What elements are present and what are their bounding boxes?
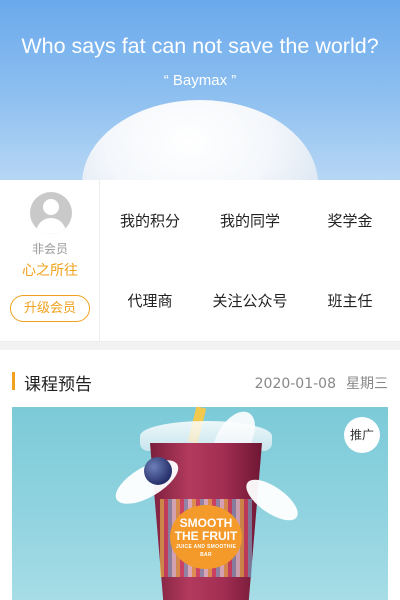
hero-banner: Who says fat can not save the world? “ B… <box>0 0 400 180</box>
section-divider <box>0 342 400 350</box>
menu-item-follow-account[interactable]: 关注公众号 <box>200 260 300 340</box>
menu-item-points[interactable]: 我的积分 <box>100 180 200 260</box>
menu-item-scholarship[interactable]: 奖学金 <box>300 180 400 260</box>
promo-badge: 推广 <box>344 417 380 453</box>
avatar[interactable] <box>30 192 72 234</box>
hero-title: Who says fat can not save the world? <box>21 34 379 58</box>
menu-item-classmates[interactable]: 我的同学 <box>200 180 300 260</box>
hero-subtitle: “ Baymax ” <box>163 72 237 89</box>
menu-item-agent[interactable]: 代理商 <box>100 260 200 340</box>
blueberry <box>144 457 172 485</box>
course-date: 2020-01-08 星期三 <box>255 373 388 393</box>
upgrade-member-button[interactable]: 升级会员 <box>10 295 90 322</box>
member-card: 非会员 心之所往 升级会员 <box>0 180 100 342</box>
baymax-image <box>82 100 318 180</box>
course-weekday: 星期三 <box>346 376 388 392</box>
menu-item-head-teacher[interactable]: 班主任 <box>300 260 400 340</box>
course-date-value: 2020-01-08 <box>254 376 336 392</box>
section-title: 课程预告 <box>24 375 92 395</box>
member-panel: 非会员 心之所往 升级会员 我的积分 我的同学 奖学金 代理商 关注公众号 班主… <box>0 180 400 342</box>
brand-logo-line2: THE FRUIT <box>174 529 238 543</box>
menu-grid: 我的积分 我的同学 奖学金 代理商 关注公众号 班主任 <box>100 180 400 342</box>
promo-banner[interactable]: SMOOTH THE FRUIT JUICE AND SMOOTHIE BAR … <box>12 407 388 600</box>
member-name: 心之所往 <box>22 263 78 279</box>
course-preview-section: 课程预告 2020-01-08 星期三 SMOOTH THE FRUIT JUIC… <box>0 350 400 600</box>
avatar-head-shape <box>43 199 59 215</box>
section-accent-bar <box>12 372 15 390</box>
brand-logo-tagline: JUICE AND SMOOTHIE BAR <box>175 544 237 558</box>
avatar-body-shape <box>36 218 66 234</box>
brand-logo: SMOOTH THE FRUIT JUICE AND SMOOTHIE BAR <box>170 505 242 569</box>
member-level: 非会员 <box>31 242 68 256</box>
